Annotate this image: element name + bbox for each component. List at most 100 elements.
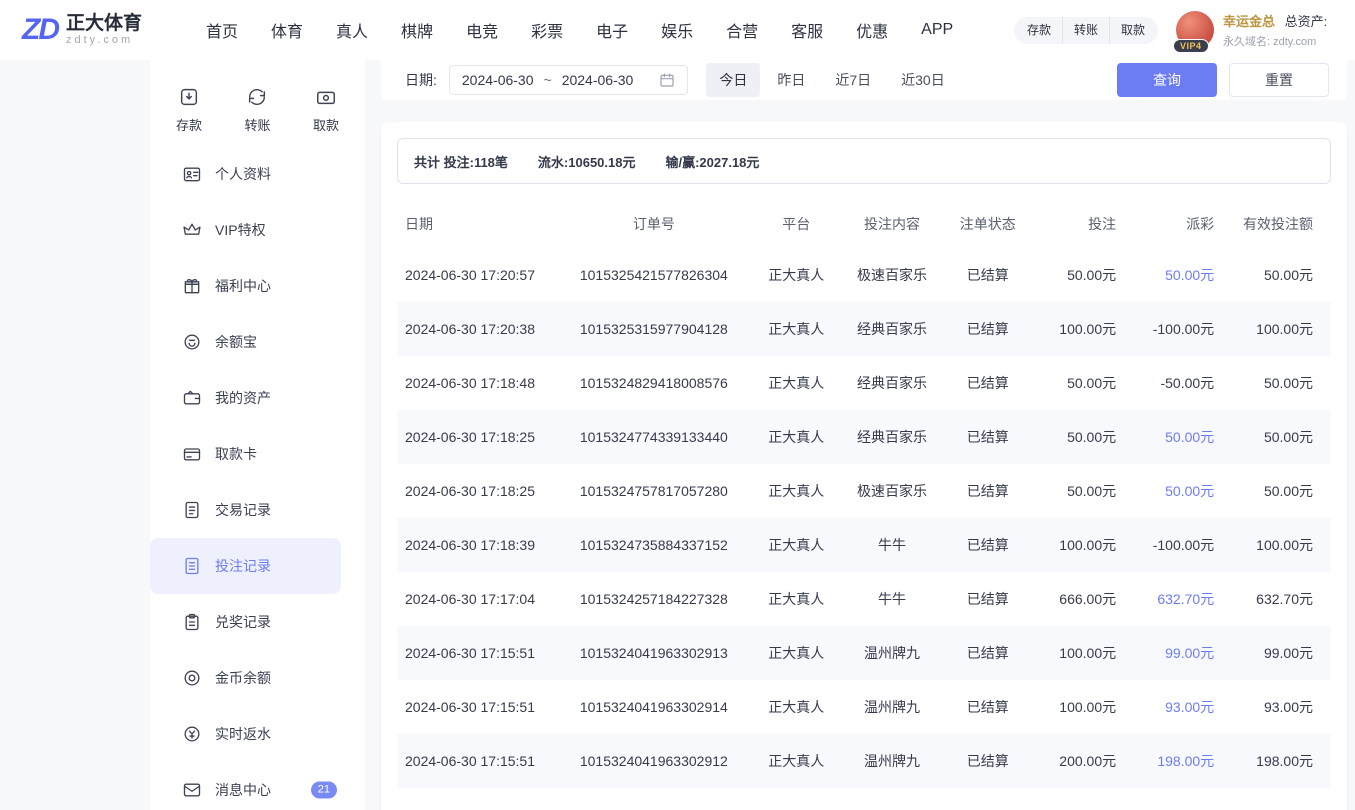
column-header: 订单号 [556, 200, 752, 248]
records-card: 共计 投注:118笔 流水:10650.18元 输/赢:2027.18元 日期订… [381, 122, 1347, 810]
sidebar-item[interactable]: 余额宝 [150, 314, 365, 370]
cell-status: 已结算 [943, 572, 1032, 626]
sidebar-item[interactable]: 金币余额 [150, 650, 365, 706]
cell-platform: 正大真人 [752, 734, 841, 788]
nav-item[interactable]: 体育 [271, 18, 303, 42]
nav-item[interactable]: 客服 [791, 18, 823, 42]
cell-platform: 正大真人 [752, 248, 841, 302]
cell-bet: 100.00元 [1032, 518, 1116, 572]
cell-order: 1015324257184227328 [556, 572, 752, 626]
cell-status: 已结算 [943, 626, 1032, 680]
cell-content: 温州牌九 [841, 734, 944, 788]
sidebar-item[interactable]: 实时返水 [150, 706, 365, 762]
cell-date: 2024-06-30 17:20:57 [397, 248, 556, 302]
date-range-input[interactable]: 2024-06-30 ~ 2024-06-30 [449, 65, 688, 95]
sidebar-item[interactable]: 福利中心 [150, 258, 365, 314]
cell-platform: 正大真人 [752, 302, 841, 356]
reset-button[interactable]: 重置 [1229, 63, 1329, 97]
main-nav: 首页 体育 真人 棋牌 电竞 彩票 电子 娱乐 合营 客服 优惠 APP [206, 18, 953, 42]
nav-item[interactable]: 合营 [726, 18, 758, 42]
sidebar-item-label: 福利中心 [215, 276, 271, 296]
logo[interactable]: ZD 正大体育 zdty.com [22, 13, 150, 47]
sidebar-menu: 个人资料 VIP特权福利中心余额宝我的资产取款卡交易记录投注记录兑奖记录金币余额实… [150, 146, 365, 810]
brand-domain: zdty.com [66, 34, 142, 46]
avatar[interactable]: VIP4 [1176, 11, 1214, 49]
nav-item[interactable]: 真人 [336, 18, 368, 42]
message-icon [182, 780, 202, 800]
nav-item[interactable]: 电竞 [466, 18, 498, 42]
quick-action[interactable]: 存款 [1016, 17, 1062, 44]
brand-text: 正大体育 zdty.com [66, 14, 142, 47]
column-header: 注单状态 [943, 200, 1032, 248]
nav-item[interactable]: APP [921, 21, 953, 39]
cell-bet: 200.00元 [1032, 734, 1116, 788]
table-head-row: 日期订单号平台投注内容注单状态投注派彩有效投注额 [397, 200, 1331, 248]
cell-date: 2024-06-30 17:15:51 [397, 734, 556, 788]
user-line: 幸运金总 总资产: [1223, 11, 1355, 30]
cell-order: 1015324774339133440 [556, 410, 752, 464]
sidebar-quick-action[interactable]: 取款 [313, 86, 339, 146]
cell-payout: 50.00元 [1116, 464, 1214, 518]
sidebar-item-label: VIP特权 [215, 220, 266, 240]
table-row: 2024-06-30 17:18:251015324757817057280正大… [397, 464, 1331, 518]
sidebar-item[interactable]: 兑奖记录 [150, 594, 365, 650]
cell-date: 2024-06-30 17:15:51 [397, 626, 556, 680]
sidebar-item[interactable]: 取款卡 [150, 426, 365, 482]
cell-order: 1015324735884337152 [556, 518, 752, 572]
sidebar-item[interactable]: 投注记录 [150, 538, 341, 594]
range-button[interactable]: 近30日 [888, 63, 958, 97]
cell-order: 1015325315977904128 [556, 302, 752, 356]
cell-platform: 正大真人 [752, 356, 841, 410]
summary-winloss: 输/赢:2027.18元 [665, 152, 759, 171]
cell-order: 1015324041963302913 [556, 626, 752, 680]
card-icon [182, 444, 202, 464]
top-header: ZD 正大体育 zdty.com 首页 体育 真人 棋牌 电竞 彩票 电子 娱乐 合营 客服 优惠 A… [0, 0, 1355, 60]
cell-date: 2024-06-30 17:18:25 [397, 410, 556, 464]
summary-total-bets: 共计 投注:118笔 [414, 152, 508, 171]
cell-valid: 632.70元 [1214, 572, 1331, 626]
nav-item[interactable]: 娱乐 [661, 18, 693, 42]
sidebar-item-label: 交易记录 [215, 500, 271, 520]
cell-date: 2024-06-30 17:20:38 [397, 302, 556, 356]
sidebar: 存款 转账 取款 个人资料 VIP特权福利中心余额宝我的资产取款卡交易记录投注记录兑奖… [150, 60, 365, 810]
quick-action[interactable]: 转账 [1062, 17, 1109, 44]
range-button[interactable]: 近7日 [822, 63, 884, 97]
welfare-icon [182, 276, 202, 296]
range-button[interactable]: 昨日 [764, 63, 818, 97]
balance-icon [182, 332, 202, 352]
range-button[interactable]: 今日 [706, 63, 760, 97]
cell-payout: -100.00元 [1116, 518, 1214, 572]
sidebar-item[interactable]: 交易记录 [150, 482, 365, 538]
range-buttons: 今日昨日近7日近30日 [706, 63, 957, 97]
column-header: 平台 [752, 200, 841, 248]
quick-action[interactable]: 取款 [1109, 17, 1156, 44]
cell-order: 1015324041963302912 [556, 734, 752, 788]
cell-platform: 正大真人 [752, 572, 841, 626]
column-header: 派彩 [1116, 200, 1214, 248]
cell-platform: 正大真人 [752, 518, 841, 572]
search-button[interactable]: 查询 [1117, 63, 1217, 97]
sidebar-item[interactable]: 我的资产 [150, 370, 365, 426]
cell-platform: 正大真人 [752, 680, 841, 734]
cell-status: 已结算 [943, 734, 1032, 788]
cell-order: 1015325421577826304 [556, 248, 752, 302]
sidebar-quick-action[interactable]: 存款 [176, 86, 202, 146]
nav-item[interactable]: 电子 [596, 18, 628, 42]
nav-item[interactable]: 优惠 [856, 18, 888, 42]
quick-action-label: 转账 [244, 115, 270, 134]
nav-item[interactable]: 首页 [206, 18, 238, 42]
transfer-icon [246, 86, 268, 108]
cell-bet: 50.00元 [1032, 248, 1116, 302]
sidebar-item[interactable]: 消息中心21 [150, 762, 365, 810]
cell-date: 2024-06-30 17:18:39 [397, 518, 556, 572]
nav-item[interactable]: 棋牌 [401, 18, 433, 42]
sidebar-quick-actions: 存款 转账 取款 [150, 60, 365, 146]
calendar-icon[interactable] [659, 72, 675, 88]
sidebar-quick-action[interactable]: 转账 [244, 86, 270, 146]
nav-item[interactable]: 彩票 [531, 18, 563, 42]
unread-badge: 21 [311, 782, 337, 799]
cell-bet: 50.00元 [1032, 464, 1116, 518]
sidebar-item[interactable]: 个人资料 [150, 146, 365, 202]
table-row: 2024-06-30 17:20:381015325315977904128正大… [397, 302, 1331, 356]
sidebar-item[interactable]: VIP特权 [150, 202, 365, 258]
